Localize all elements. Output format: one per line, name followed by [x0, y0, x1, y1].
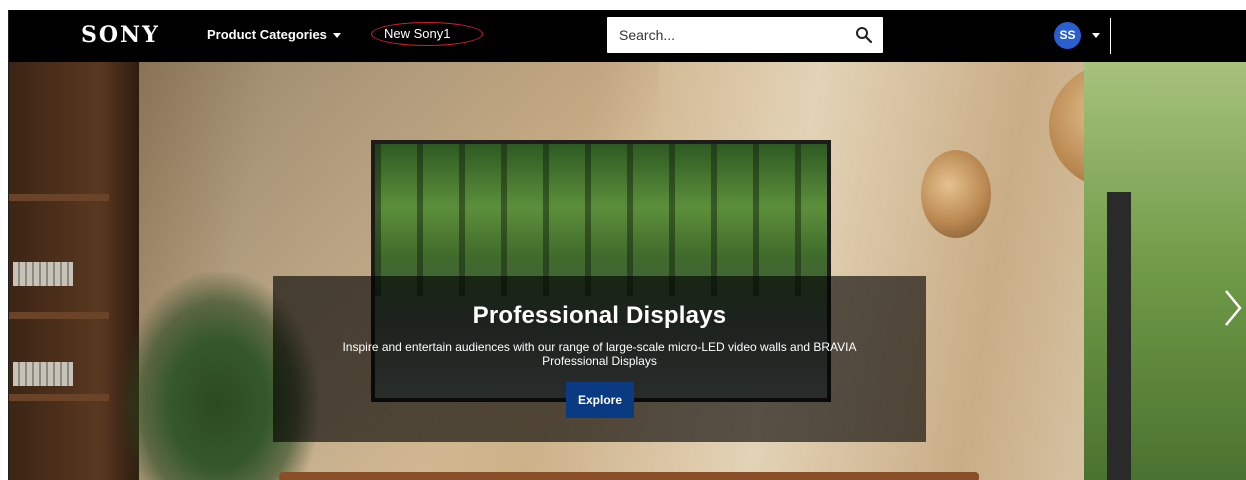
page: SONY Product Categories New Sony1 SS [8, 10, 1246, 480]
chevron-down-icon[interactable] [1092, 33, 1100, 38]
lamp-image [921, 150, 991, 238]
hero-caption: Professional Displays Inspire and entert… [273, 276, 926, 442]
forest-image [375, 144, 827, 297]
search-input[interactable] [607, 17, 847, 53]
new-sony-link[interactable]: New Sony1 [371, 22, 483, 46]
search-icon[interactable] [855, 26, 873, 44]
chevron-down-icon [332, 33, 341, 39]
search-bar [607, 17, 883, 53]
nav-divider [1110, 18, 1111, 54]
product-categories-menu[interactable]: Product Categories [207, 27, 341, 42]
top-navigation: SONY Product Categories New Sony1 SS [9, 10, 1246, 62]
shelf-books [13, 362, 73, 386]
hero-description: Inspire and entertain audiences with our… [342, 340, 857, 368]
shelf-books [13, 262, 73, 286]
shelf [9, 394, 109, 401]
explore-button[interactable]: Explore [566, 382, 634, 418]
hero-title: Professional Displays [472, 302, 727, 329]
window-post [1107, 192, 1131, 480]
shelf [9, 194, 109, 201]
user-avatar[interactable]: SS [1054, 22, 1081, 49]
shelf [9, 312, 109, 319]
sony-logo[interactable]: SONY [81, 22, 160, 48]
chevron-right-icon[interactable] [1223, 288, 1243, 328]
sofa-image [279, 472, 979, 480]
product-categories-label: Product Categories [207, 27, 327, 42]
hero-banner: Professional Displays Inspire and entert… [9, 62, 1246, 480]
